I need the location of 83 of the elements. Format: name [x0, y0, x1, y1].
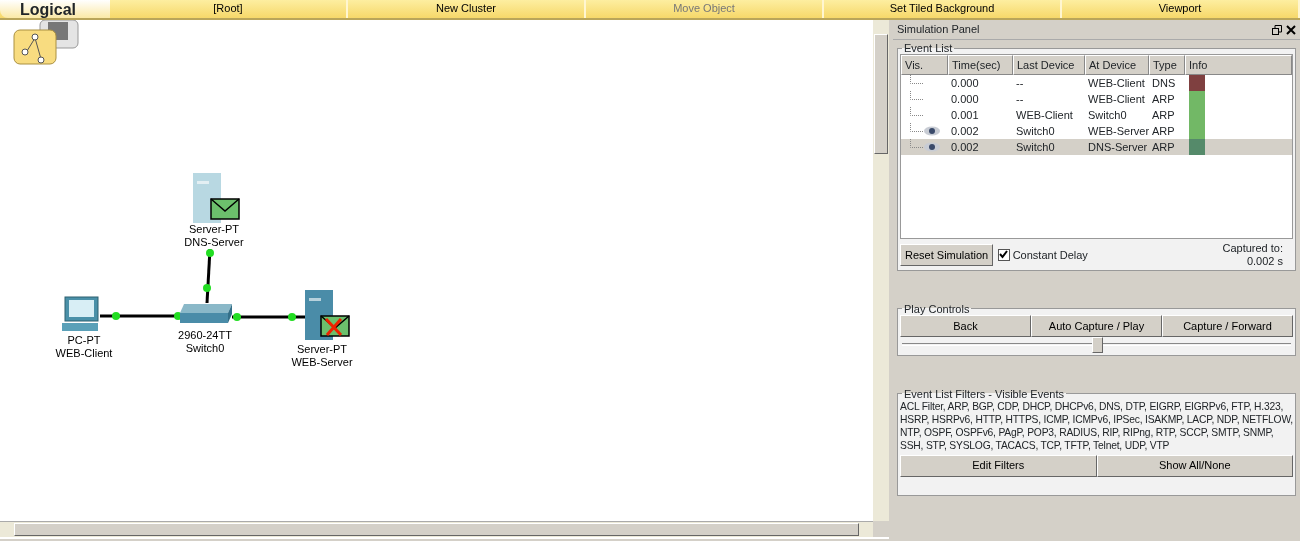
checkbox-label: Constant Delay	[1012, 247, 1088, 263]
column-header[interactable]: Info	[1185, 55, 1292, 75]
horizontal-scrollbar[interactable]	[0, 521, 873, 537]
toolbar-item[interactable]: New Cluster	[348, 0, 586, 18]
column-header[interactable]: Time(sec)	[948, 55, 1013, 75]
reset-simulation-button[interactable]: Reset Simulation	[900, 243, 994, 266]
column-header[interactable]: Last Device	[1013, 55, 1085, 75]
event-cell-text: Switch0	[1015, 140, 1056, 155]
event-cell-text: 0.000	[950, 92, 980, 107]
device-model: PC-PT	[67, 334, 101, 346]
event-row[interactable]: 0.002 Switch0 WEB-Server ARP	[901, 123, 1292, 139]
captured-value: 0.002 s	[1245, 254, 1283, 268]
filter-list-text: ACL Filter, ARP, BGP, CDP, DHCP, DHCPv6, DNS, DTP, EIGRP, EIGRPv6, FTP, H.323, HSRP, HSRPv6, HTTP, HTTPS, ICMP, ICMPv6, IPSec, ISAKMP, LACP, NDP, NETFLOW, NTP, OSPF, OSPFv6, PAgP, POP3, RADIUS, RIP, RIPng, RTP, SCCP, SMTP, SNMP, SSH, STP, SYSLOG, TACACS, TCP, TFTP, Telnet, UDP, VTP	[900, 399, 1293, 452]
close-icon[interactable]	[1286, 24, 1296, 35]
event-cell-text: 0.002	[950, 124, 980, 139]
event-cell-text: --	[1015, 76, 1025, 91]
event-cell-text: WEB-Client	[1015, 108, 1074, 123]
column-header[interactable]: At Device	[1085, 55, 1149, 75]
link-light	[203, 284, 211, 292]
workspace-tab[interactable]: Logical	[0, 0, 110, 18]
device-model: Server-PT	[188, 223, 240, 235]
event-row[interactable]: 0.000 -- WEB-Client ARP	[901, 91, 1292, 107]
link-light	[112, 312, 120, 320]
event-cell-text: DNS-Server	[1087, 140, 1149, 155]
play-control-button[interactable]: Capture / Forward	[1162, 314, 1293, 337]
play-control-button[interactable]: Auto Capture / Play	[1031, 314, 1162, 337]
speed-slider[interactable]	[902, 336, 1291, 353]
event-cell-text: 0.002	[950, 140, 980, 155]
event-row[interactable]: 0.002 Switch0 DNS-Server ARP	[901, 139, 1292, 155]
column-header[interactable]: Vis.	[901, 55, 948, 75]
checkbox[interactable]	[997, 248, 1010, 261]
device-model: 2960-24TT	[178, 329, 232, 341]
tree-line-icon	[910, 123, 923, 132]
event-cell-text: Switch0	[1015, 124, 1056, 139]
column-header[interactable]: Type	[1149, 55, 1185, 75]
link-light	[233, 313, 241, 321]
tree-line-icon	[910, 107, 923, 116]
device-name: DNS-Server	[184, 236, 244, 248]
panel-title: Simulation Panel	[897, 22, 981, 38]
dropped-envelope-icon[interactable]	[320, 315, 350, 337]
vertical-scrollbar[interactable]	[873, 20, 889, 521]
slider-thumb[interactable]	[1091, 336, 1103, 353]
event-cell-text: ARP	[1151, 92, 1176, 107]
toolbar-item[interactable]: Viewport	[1062, 0, 1300, 18]
event-cell-text: WEB-Client	[1087, 76, 1146, 91]
group-title: Event List Filters - Visible Events	[903, 387, 1065, 400]
event-cell-text: 0.000	[950, 76, 980, 91]
tree-line-icon	[910, 139, 923, 148]
link-light	[288, 313, 296, 321]
logical-view-icon[interactable]	[13, 20, 79, 65]
filter-button[interactable]: Show All/None	[1096, 454, 1293, 477]
event-row[interactable]: 0.001 WEB-Client Switch0 ARP	[901, 107, 1292, 123]
event-cell-text: --	[1015, 92, 1025, 107]
device-model: Server-PT	[296, 343, 348, 355]
event-cell-text: ARP	[1151, 140, 1176, 155]
tree-line-icon	[910, 75, 923, 84]
event-cell-text: ARP	[1151, 108, 1176, 123]
event-row[interactable]: 0.000 -- WEB-Client DNS	[901, 75, 1292, 91]
event-cell-text: WEB-Client	[1087, 92, 1146, 107]
event-cell-text: WEB-Server	[1087, 124, 1149, 139]
group-title: Event List	[903, 42, 954, 54]
filter-button[interactable]: Edit Filters	[900, 454, 1097, 477]
event-cell-text: Switch0	[1087, 108, 1128, 123]
play-control-button[interactable]: Back	[900, 314, 1031, 337]
link-light	[206, 249, 214, 257]
device-name: WEB-Client	[55, 347, 113, 359]
device-name: WEB-Server	[291, 356, 353, 368]
tree-line-icon	[910, 91, 923, 100]
scrollbar-corner	[873, 521, 889, 537]
group-title: Play Controls	[903, 302, 971, 315]
device-name: Switch0	[185, 342, 225, 354]
eye-icon[interactable]	[923, 126, 941, 136]
captured-label: Captured to:	[1222, 241, 1283, 255]
eye-icon[interactable]	[923, 142, 941, 152]
event-cell-text: DNS	[1151, 76, 1177, 91]
switch-icon[interactable]	[180, 304, 232, 323]
pc-icon[interactable]	[62, 296, 99, 331]
restore-icon[interactable]	[1272, 24, 1282, 35]
event-cell-text: 0.001	[950, 108, 980, 123]
event-cell-text: ARP	[1151, 124, 1176, 139]
toolbar-item[interactable]: Set Tiled Background	[824, 0, 1062, 18]
envelope-icon[interactable]	[210, 198, 240, 220]
toolbar-item[interactable]: [Root]	[110, 0, 348, 18]
